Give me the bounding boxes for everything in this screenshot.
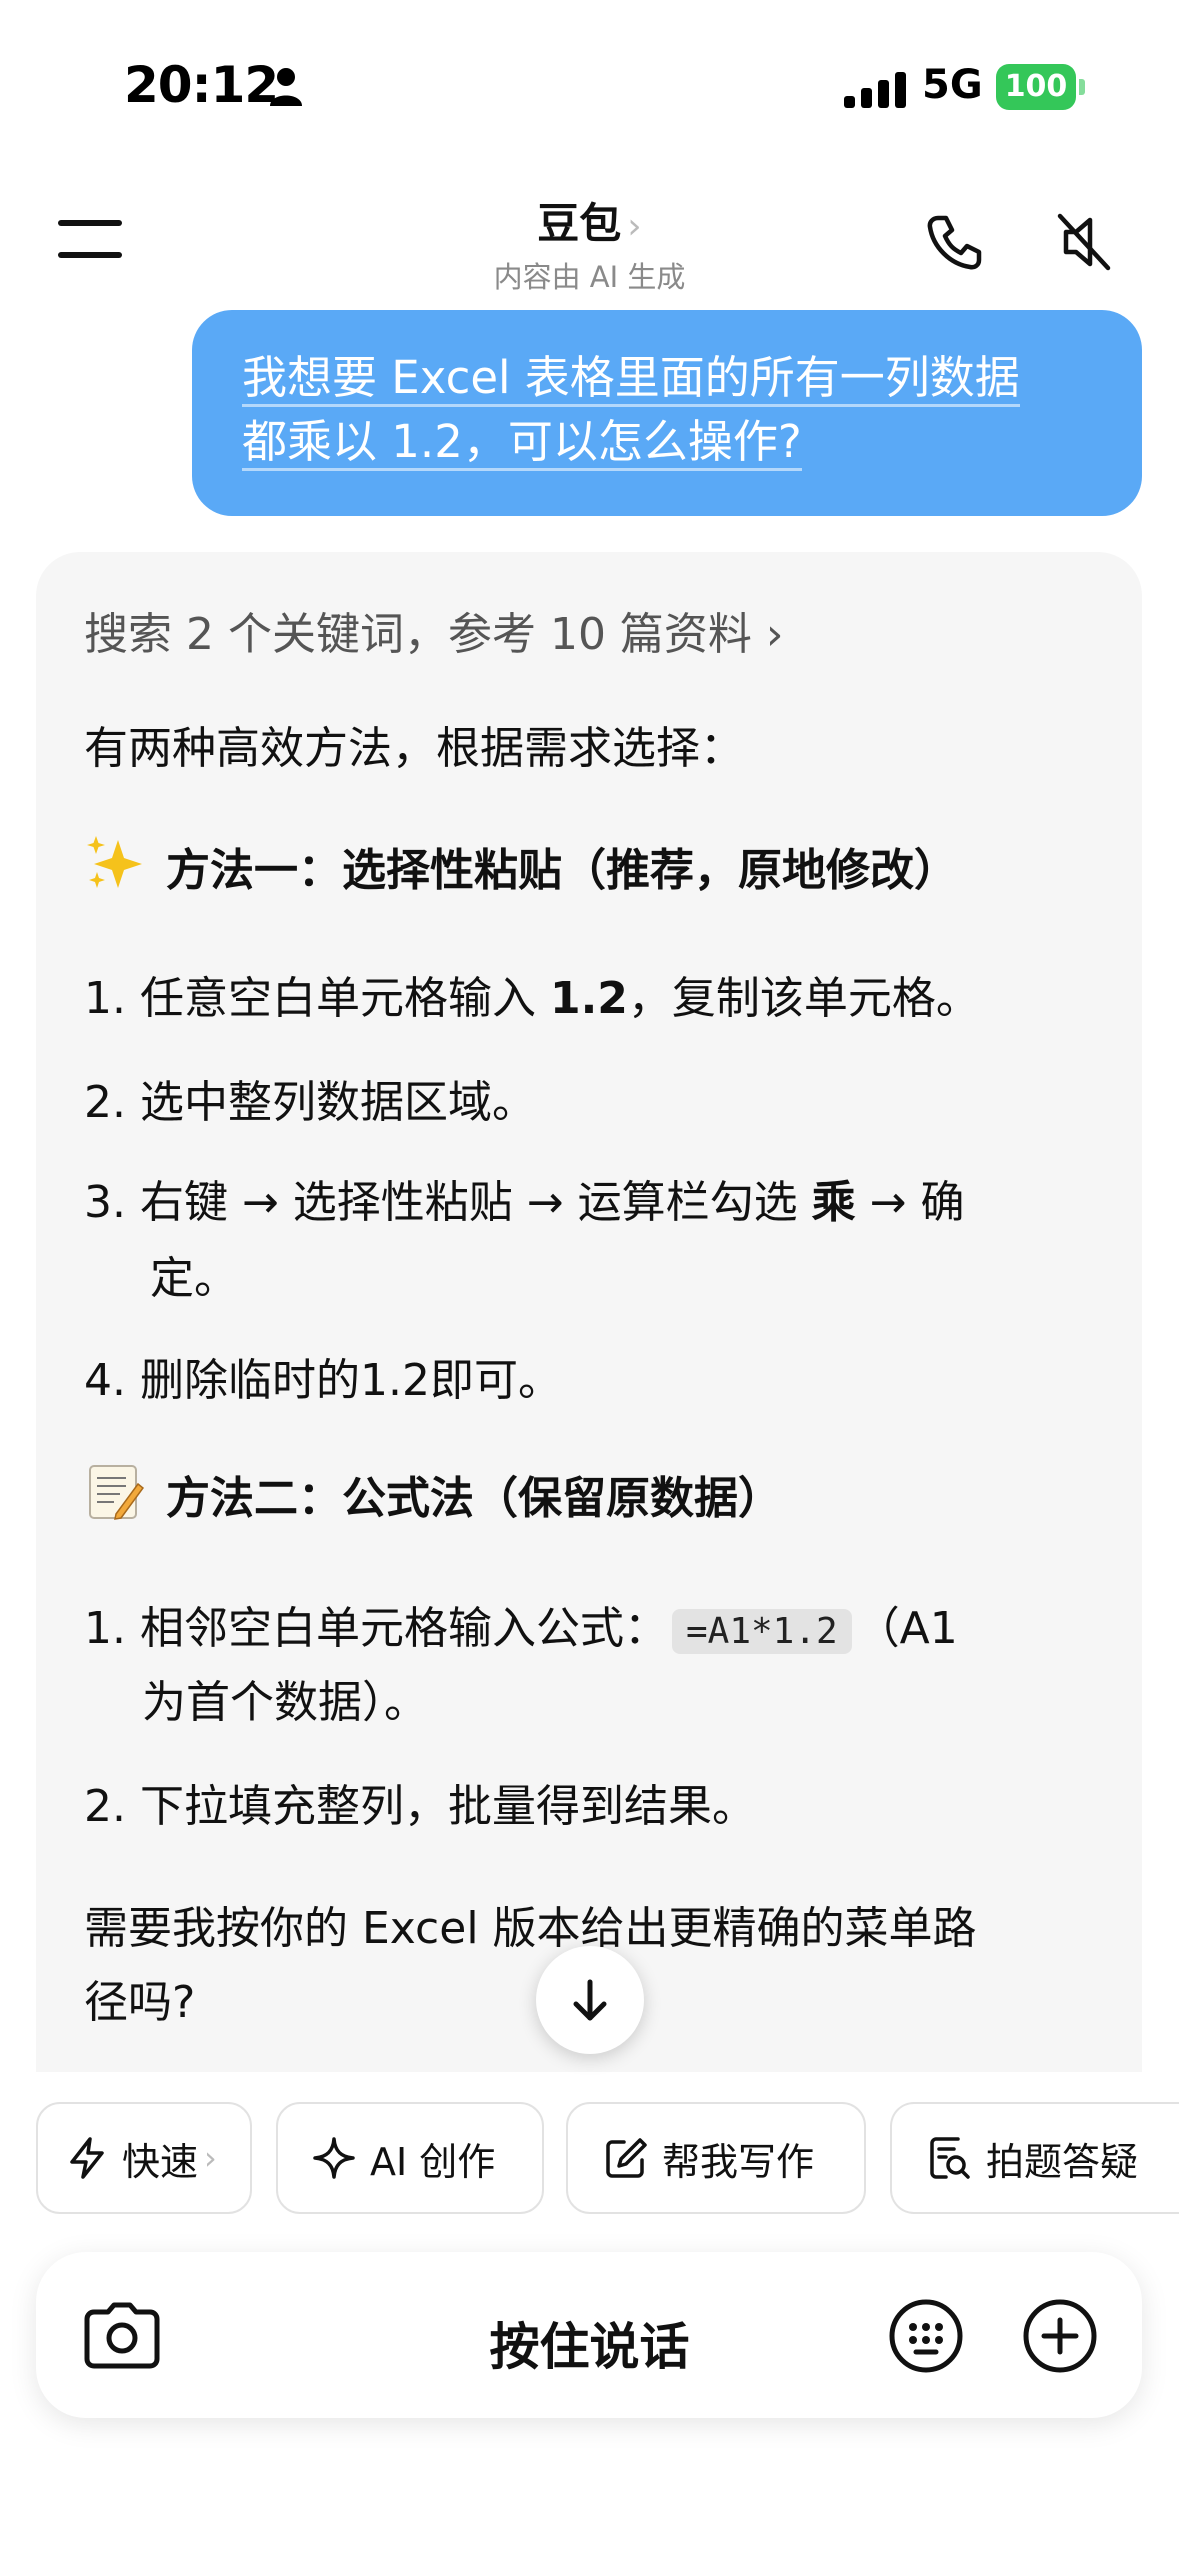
ai-generated-note: 内容由 AI 生成 <box>493 260 686 294</box>
memo-icon <box>89 1465 144 1520</box>
chip-ai-create[interactable]: AI 创作 <box>276 2102 544 2214</box>
cellular-signal-icon <box>844 72 906 108</box>
method2-step1-cont: 为首个数据）。 <box>142 1677 428 1728</box>
method1-step1: 1. 任意空白单元格输入 1.2，复制该单元格。 <box>84 973 980 1024</box>
status-time: 20:12 <box>124 56 279 114</box>
chevron-right-icon: › <box>204 2139 217 2177</box>
bot-name: 豆包 <box>537 199 622 248</box>
user-message-line: 都乘以 1.2，可以怎么操作? <box>242 410 1098 474</box>
photo-search-icon <box>930 2137 970 2179</box>
chip-help-write[interactable]: 帮我写作 <box>566 2102 866 2214</box>
assistant-message-card <box>36 552 1142 2072</box>
battery-icon: 100 <box>996 64 1086 110</box>
chip-quick[interactable]: 快速 › <box>36 2102 252 2214</box>
chip-label: AI 创作 <box>370 2139 496 2184</box>
bot-title[interactable]: 豆包 › <box>0 190 1179 251</box>
keyboard-icon[interactable] <box>888 2298 964 2374</box>
chip-label: 帮我写作 <box>662 2139 815 2184</box>
person-icon <box>270 68 302 106</box>
sparkle-icon <box>313 2137 355 2179</box>
method1-step4: 4. 删除临时的1.2即可。 <box>84 1355 562 1406</box>
speaker-mute-icon[interactable] <box>1054 210 1114 274</box>
method2-title: 方法二：公式法（保留原数据） <box>166 1473 782 1524</box>
closing-question-cont: 径吗? <box>84 1977 196 2028</box>
edit-icon <box>606 2138 647 2178</box>
method1-title: 方法一：选择性粘贴（推荐，原地修改） <box>166 845 958 896</box>
chip-photo-solve[interactable]: 拍题答疑 <box>890 2102 1179 2214</box>
method1-step3-cont: 定。 <box>150 1253 238 1304</box>
battery-level: 100 <box>996 64 1076 110</box>
network-type: 5G <box>922 62 983 108</box>
chevron-right-icon: › <box>627 206 642 247</box>
phone-icon[interactable] <box>924 212 984 272</box>
closing-question: 需要我按你的 Excel 版本给出更精确的菜单路 <box>84 1903 977 1954</box>
sparkles-icon <box>87 836 142 888</box>
method1-step3: 3. 右键 → 选择性粘贴 → 运算栏勾选 乘 → 确 <box>84 1177 965 1228</box>
search-reference-link[interactable]: 搜索 2 个关键词，参考 10 篇资料 › <box>84 598 784 662</box>
hold-to-talk-button[interactable]: 按住说话 <box>0 2307 1179 2379</box>
chip-label: 快速 <box>122 2139 199 2184</box>
user-message-bubble[interactable]: 我想要 Excel 表格里面的所有一列数据 都乘以 1.2，可以怎么操作? <box>192 310 1142 516</box>
method1-step2: 2. 选中整列数据区域。 <box>84 1077 536 1128</box>
method2-step2: 2. 下拉填充整列，批量得到结果。 <box>84 1781 756 1832</box>
scroll-down-button[interactable] <box>536 1946 644 2054</box>
plus-icon[interactable] <box>1022 2298 1098 2374</box>
arrow-down-icon <box>573 1979 607 2021</box>
lightning-icon <box>70 2137 104 2179</box>
method2-step1: 1. 相邻空白单元格输入公式： =A1*1.2 （A1 <box>84 1603 958 1654</box>
intro-text: 有两种高效方法，根据需求选择： <box>84 723 744 774</box>
chip-label: 拍题答疑 <box>986 2139 1139 2184</box>
formula-code: =A1*1.2 <box>671 1609 852 1654</box>
user-message-line: 我想要 Excel 表格里面的所有一列数据 <box>242 346 1098 410</box>
